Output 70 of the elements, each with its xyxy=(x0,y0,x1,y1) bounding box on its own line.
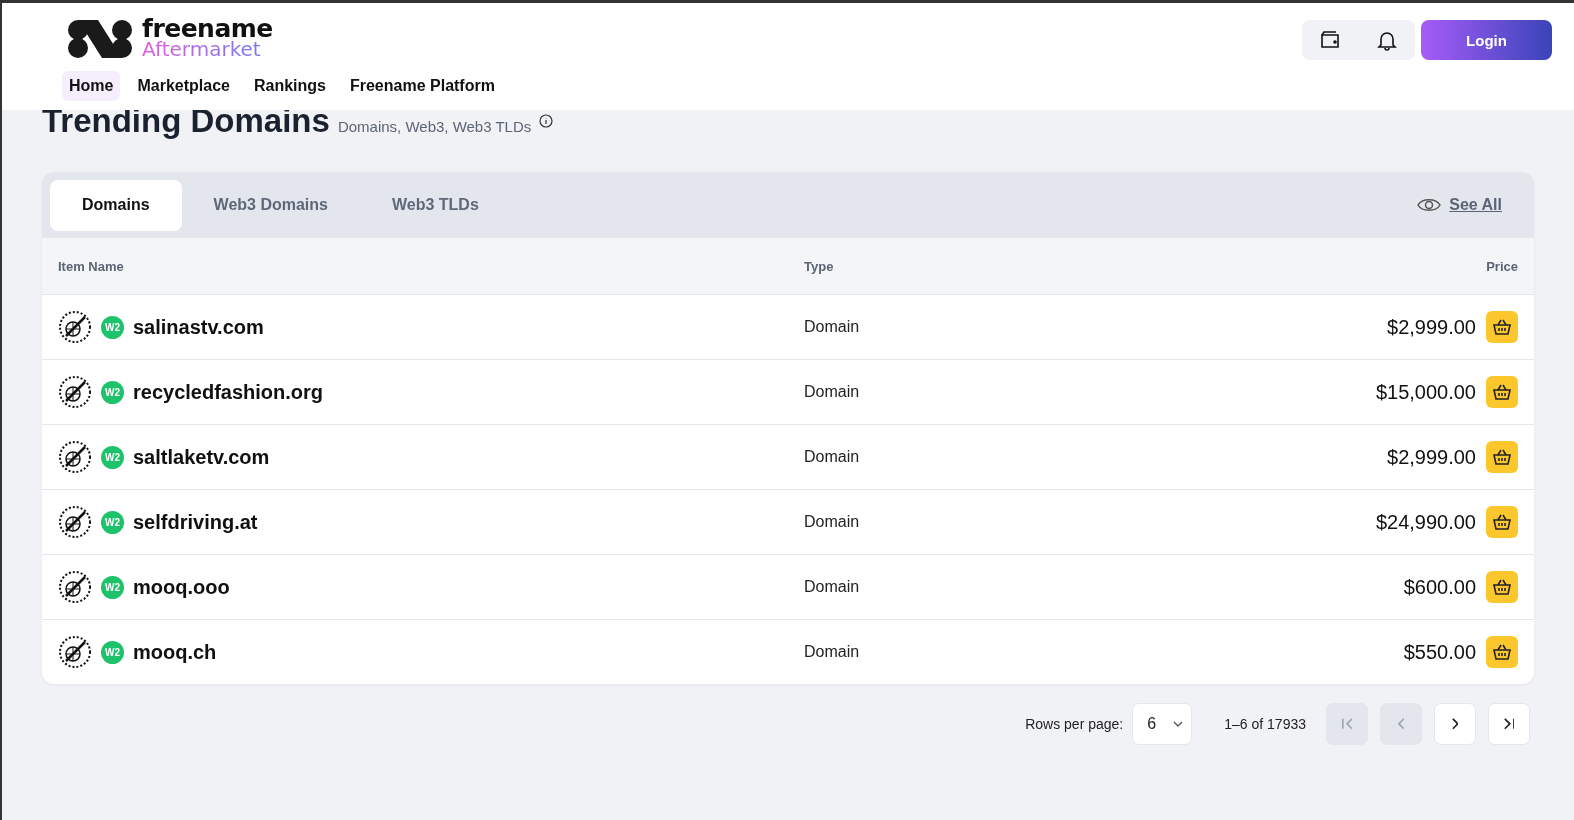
bell-icon[interactable] xyxy=(1375,29,1398,51)
w2-badge: W2 xyxy=(101,640,124,664)
domain-name[interactable]: selfdriving.at xyxy=(133,510,258,534)
column-header: Type xyxy=(804,258,835,274)
type-cell-text: Domain xyxy=(804,513,861,531)
w2-badge: W2 xyxy=(101,445,124,469)
price: $550.00 xyxy=(1403,640,1476,664)
basket-icon xyxy=(1493,644,1511,660)
column-header: Price xyxy=(1486,258,1518,274)
domain-name[interactable]: mooq.ch xyxy=(133,640,217,664)
cart-button[interactable] xyxy=(1486,506,1518,538)
type-cell-text: Domain xyxy=(804,578,861,596)
type-cell-text: Domain xyxy=(804,383,861,401)
chevron-bar-right-icon xyxy=(1503,718,1515,730)
tab[interactable]: Domains xyxy=(50,179,182,231)
nav-link[interactable]: Marketplace xyxy=(130,71,237,101)
type-cell-text: Domain xyxy=(804,448,861,466)
type-cell-text: Domain xyxy=(804,643,861,661)
chevron-left-icon xyxy=(1397,718,1405,730)
logo-icon xyxy=(68,20,132,58)
w2-badge: W2 xyxy=(101,510,124,534)
column-header: Item Name xyxy=(58,258,125,274)
nav-link[interactable]: Home xyxy=(62,71,121,101)
basket-icon xyxy=(1493,579,1511,595)
logo-text: freename xyxy=(142,19,273,39)
cart-button[interactable] xyxy=(1486,311,1518,343)
page-title: Trending Domains xyxy=(42,104,330,138)
price: $24,990.00 xyxy=(1375,510,1476,534)
chevron-down-icon xyxy=(1173,721,1184,727)
info-icon[interactable] xyxy=(539,114,554,128)
cart-button[interactable] xyxy=(1486,441,1518,473)
domain-name[interactable]: recycledfashion.org xyxy=(133,380,324,404)
chevron-right-icon xyxy=(1451,718,1459,730)
cart-button[interactable] xyxy=(1486,376,1518,408)
seal-icon xyxy=(58,375,92,409)
tab[interactable]: Web3 Domains xyxy=(181,179,360,231)
price: $600.00 xyxy=(1403,575,1476,599)
seal-icon xyxy=(58,505,92,539)
seal-icon xyxy=(58,635,92,669)
rows-per-page-label: Rows per page: xyxy=(1025,716,1124,732)
page-subtitle: Domains, Web3, Web3 TLDs xyxy=(337,118,532,135)
bar-chevron-left-icon xyxy=(1341,718,1353,730)
type-cell-text: Domain xyxy=(804,318,861,336)
nav-link[interactable]: Rankings xyxy=(246,71,333,101)
see-all-link[interactable]: See All xyxy=(1449,196,1502,214)
domain-name[interactable]: saltlaketv.com xyxy=(133,445,270,469)
w2-badge: W2 xyxy=(101,380,124,404)
cart-button[interactable] xyxy=(1486,571,1518,603)
rows-per-page-select[interactable]: 6 xyxy=(1132,703,1193,745)
domain-name[interactable]: salinastv.com xyxy=(133,315,264,339)
price: $2,999.00 xyxy=(1387,315,1476,339)
basket-icon xyxy=(1493,384,1511,400)
w2-badge: W2 xyxy=(101,315,124,339)
nav-link[interactable]: Freename Platform xyxy=(342,71,502,101)
seal-icon xyxy=(58,310,92,344)
w2-badge: W2 xyxy=(101,575,124,599)
price: $15,000.00 xyxy=(1375,380,1476,404)
domain-name[interactable]: mooq.ooo xyxy=(133,575,230,599)
basket-icon xyxy=(1493,319,1511,335)
basket-icon xyxy=(1493,514,1511,530)
cart-button[interactable] xyxy=(1486,636,1518,668)
eye-icon xyxy=(1417,197,1442,213)
tab[interactable]: Web3 TLDs xyxy=(360,179,511,231)
seal-icon xyxy=(58,440,92,474)
seal-icon xyxy=(58,570,92,604)
basket-icon xyxy=(1493,449,1511,465)
wallet-icon[interactable] xyxy=(1319,30,1342,50)
login-button[interactable]: Login xyxy=(1421,20,1552,60)
page-range: 1–6 of 17933 xyxy=(1224,716,1306,732)
price: $2,999.00 xyxy=(1387,445,1476,469)
